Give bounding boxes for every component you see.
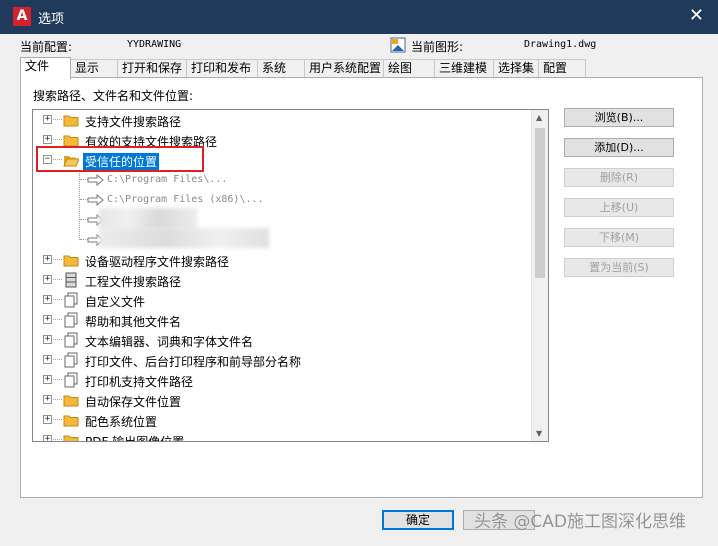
expand-icon[interactable]: + bbox=[43, 255, 52, 264]
browse-button[interactable]: 浏览(B)... bbox=[564, 108, 674, 127]
tree-item[interactable]: + 打印机支持文件路径 bbox=[33, 370, 533, 390]
move-down-button[interactable]: 下移(M) bbox=[564, 228, 674, 247]
files-panel: 搜索路径、文件名和文件位置: + 支持文件搜索路径 + 有效的支持文件搜索路径 … bbox=[20, 77, 703, 498]
add-button[interactable]: 添加(D)... bbox=[564, 138, 674, 157]
expand-icon[interactable]: + bbox=[43, 415, 52, 424]
tree-scrollbar[interactable]: ▲ ▼ bbox=[531, 110, 548, 441]
tree-item[interactable]: C:\Program Files (x86)\... bbox=[33, 190, 533, 210]
window-title: 选项 bbox=[38, 12, 65, 27]
tree-item[interactable]: + 配色系统位置 bbox=[33, 410, 533, 430]
files-icon bbox=[64, 292, 78, 308]
profile-row: 当前配置: YYDRAWING 当前图形: Drawing1.dwg bbox=[0, 37, 718, 55]
expand-icon[interactable]: + bbox=[43, 315, 52, 324]
tab-system[interactable]: 系统 bbox=[257, 59, 305, 78]
tree-item[interactable]: + 设备驱动程序文件搜索路径 bbox=[33, 250, 533, 270]
blurred-path bbox=[99, 208, 197, 230]
tab-user-preferences[interactable]: 用户系统配置 bbox=[304, 59, 384, 78]
autocad-logo-icon: A bbox=[13, 7, 31, 26]
arrow-icon bbox=[87, 193, 104, 207]
title-bar: A 选项 ✕ bbox=[0, 0, 718, 34]
current-drawing-label: 当前图形: bbox=[411, 40, 464, 54]
scrollbar-thumb[interactable] bbox=[535, 128, 545, 278]
blurred-path bbox=[99, 228, 269, 248]
tab-files[interactable]: 文件 bbox=[20, 57, 71, 79]
file-locations-tree[interactable]: + 支持文件搜索路径 + 有效的支持文件搜索路径 − 受信任的位置 C:\Pro… bbox=[32, 109, 549, 442]
expand-icon[interactable]: + bbox=[43, 115, 52, 124]
expand-icon[interactable]: + bbox=[43, 135, 52, 144]
scroll-down-icon[interactable]: ▼ bbox=[536, 429, 542, 438]
tree-item[interactable]: + 自定义文件 bbox=[33, 290, 533, 310]
tree-item[interactable]: + 自动保存文件位置 bbox=[33, 390, 533, 410]
tab-display[interactable]: 显示 bbox=[70, 59, 118, 78]
expand-icon[interactable]: + bbox=[43, 395, 52, 404]
folder-icon bbox=[63, 435, 79, 441]
tab-drafting[interactable]: 绘图 bbox=[383, 59, 435, 78]
folder-icon bbox=[63, 415, 79, 427]
expand-icon[interactable]: + bbox=[43, 355, 52, 364]
cabinet-icon bbox=[65, 272, 77, 288]
tab-open-save[interactable]: 打开和保存 bbox=[117, 59, 187, 78]
tree-item[interactable]: + 支持文件搜索路径 bbox=[33, 110, 533, 130]
tree-item[interactable]: + 帮助和其他文件名 bbox=[33, 310, 533, 330]
watermark-text: 头条 @CAD施工图深化思维 bbox=[474, 512, 686, 532]
expand-icon[interactable]: + bbox=[43, 435, 52, 441]
tab-selection[interactable]: 选择集 bbox=[493, 59, 539, 78]
tree-item[interactable]: C:\Program Files\... bbox=[33, 170, 533, 190]
arrow-icon bbox=[87, 173, 104, 187]
files-icon bbox=[64, 312, 78, 328]
folder-icon bbox=[63, 115, 79, 127]
folder-icon bbox=[63, 255, 79, 267]
scroll-up-icon[interactable]: ▲ bbox=[536, 113, 542, 122]
tree-item[interactable]: + 打印文件、后台打印程序和前导部分名称 bbox=[33, 350, 533, 370]
tree-item[interactable]: + 工程文件搜索路径 bbox=[33, 270, 533, 290]
current-profile-value: YYDRAWING bbox=[127, 39, 182, 50]
tree-item[interactable]: + 文本编辑器、词典和字体文件名 bbox=[33, 330, 533, 350]
remove-button[interactable]: 删除(R) bbox=[564, 168, 674, 187]
files-icon bbox=[64, 332, 78, 348]
move-up-button[interactable]: 上移(U) bbox=[564, 198, 674, 217]
tab-plot-publish[interactable]: 打印和发布 bbox=[186, 59, 258, 78]
drawing-icon bbox=[390, 37, 406, 53]
expand-icon[interactable]: + bbox=[43, 335, 52, 344]
files-icon bbox=[64, 372, 78, 388]
current-profile-label: 当前配置: bbox=[20, 40, 73, 54]
files-icon bbox=[64, 352, 78, 368]
tab-3d-modeling[interactable]: 三维建模 bbox=[434, 59, 494, 78]
set-current-button[interactable]: 置为当前(S) bbox=[564, 258, 674, 277]
expand-icon[interactable]: + bbox=[43, 275, 52, 284]
folder-icon bbox=[63, 395, 79, 407]
annotation-highlight-box bbox=[36, 146, 204, 172]
search-paths-label: 搜索路径、文件名和文件位置: bbox=[33, 89, 194, 103]
expand-icon[interactable]: + bbox=[43, 295, 52, 304]
ok-button[interactable]: 确定 bbox=[382, 510, 454, 530]
tab-profiles[interactable]: 配置 bbox=[538, 59, 586, 78]
close-icon[interactable]: ✕ bbox=[689, 6, 704, 26]
current-drawing-value: Drawing1.dwg bbox=[524, 39, 597, 50]
expand-icon[interactable]: + bbox=[43, 375, 52, 384]
tree-item[interactable]: + PDF 输出图像位置 bbox=[33, 430, 533, 441]
